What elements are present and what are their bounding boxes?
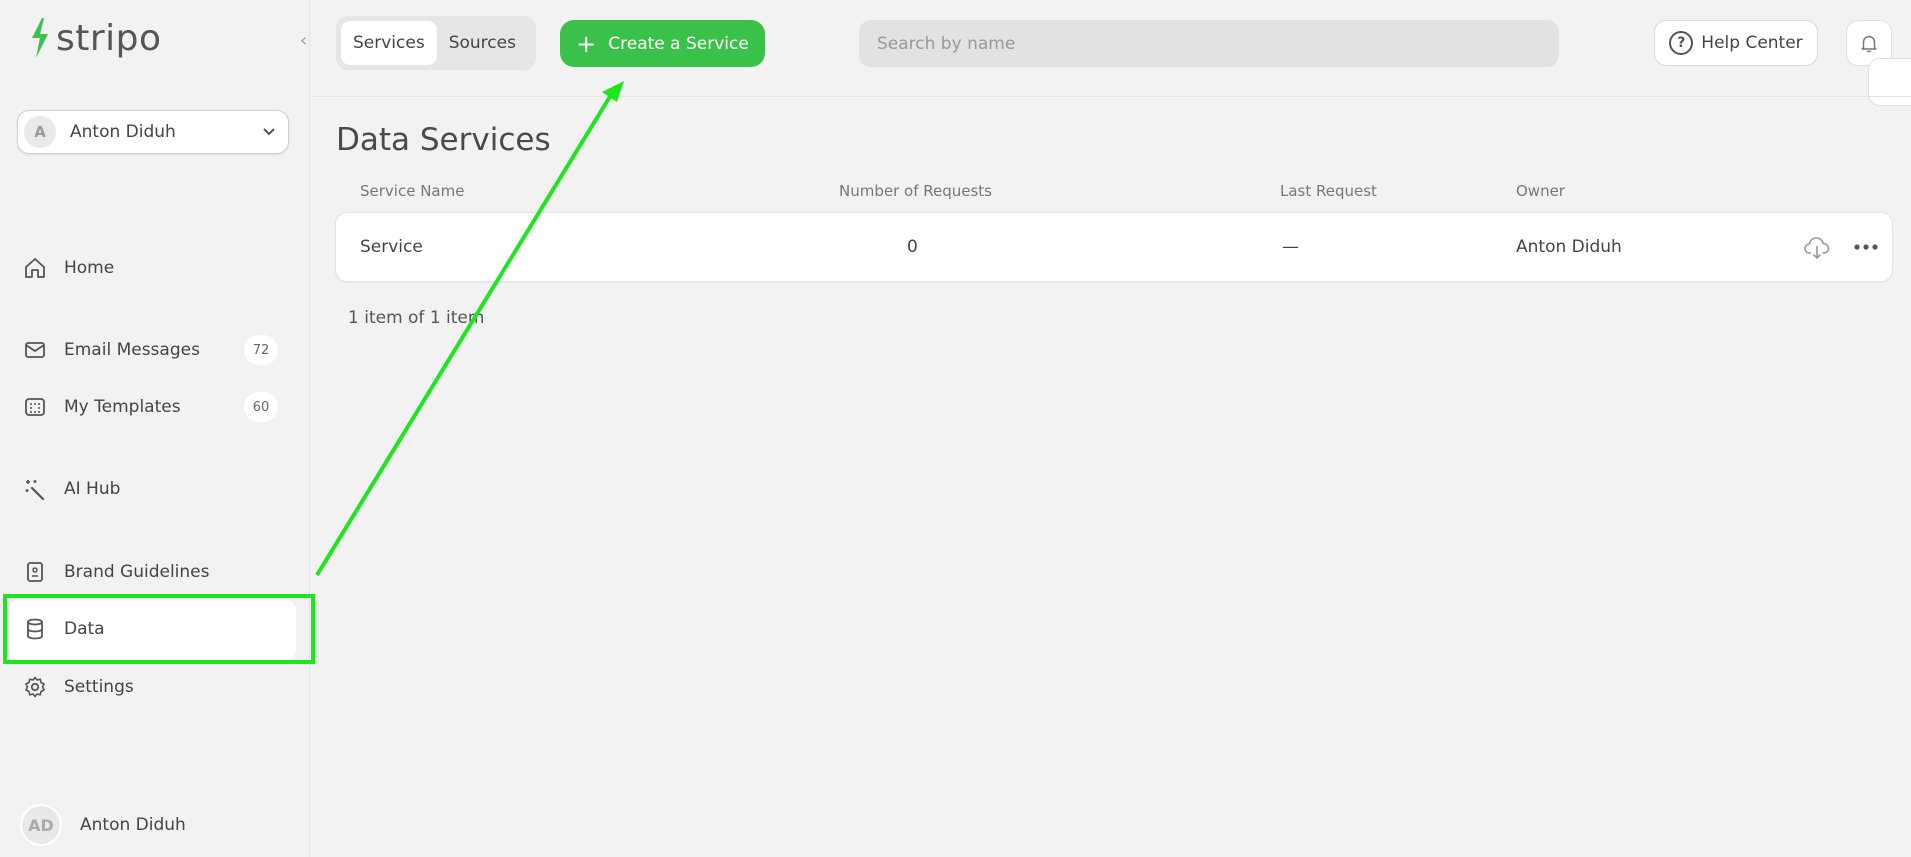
templates-icon	[22, 394, 48, 420]
sidebar-item-home[interactable]: Home	[22, 248, 284, 288]
page-title: Data Services	[336, 122, 551, 158]
requests-cell: 0	[907, 237, 918, 257]
sidebar-item-ai-hub[interactable]: AI Hub	[22, 469, 284, 509]
sidebar: stripo ‹ A Anton Diduh Home Email Messag…	[0, 0, 310, 857]
sidebar-item-brand-guidelines[interactable]: Brand Guidelines	[22, 552, 284, 592]
chevron-down-icon	[263, 128, 275, 136]
user-name: Anton Diduh	[80, 815, 186, 835]
gear-icon	[22, 674, 48, 700]
create-service-label: Create a Service	[608, 33, 749, 54]
tab-sources[interactable]: Sources	[437, 21, 528, 65]
tab-services[interactable]: Services	[341, 21, 437, 65]
brand-name: stripo	[56, 17, 162, 59]
help-center-label: Help Center	[1701, 33, 1803, 53]
count-badge: 72	[244, 335, 278, 365]
sidebar-item-label: My Templates	[64, 397, 181, 417]
sidebar-item-label: Home	[64, 258, 115, 278]
user-profile[interactable]: AD Anton Diduh	[20, 804, 186, 846]
plus-icon: +	[576, 29, 597, 58]
question-icon: ?	[1669, 31, 1694, 55]
mail-icon	[22, 337, 48, 363]
pagination-summary: 1 item of 1 item	[348, 308, 485, 328]
sidebar-item-email-messages[interactable]: Email Messages 72	[22, 330, 284, 370]
header-divider	[311, 96, 1911, 97]
account-name: Anton Diduh	[70, 122, 176, 142]
stripo-logo[interactable]: stripo	[28, 16, 162, 60]
more-options-icon[interactable]	[1853, 239, 1879, 255]
sidebar-item-label: Email Messages	[64, 340, 200, 360]
count-badge: 60	[244, 392, 278, 422]
bell-icon	[1861, 35, 1877, 53]
table-row[interactable]: Service 0 — Anton Diduh	[335, 212, 1893, 282]
collapse-sidebar-icon[interactable]: ‹	[300, 30, 307, 51]
column-header-number-of-requests: Number of Requests	[839, 182, 992, 200]
avatar: AD	[20, 804, 62, 846]
column-header-last-request: Last Request	[1280, 182, 1377, 200]
help-center-button[interactable]: ? Help Center	[1654, 20, 1818, 66]
highlight-box	[3, 594, 315, 664]
side-panel-tab[interactable]	[1868, 58, 1911, 106]
cloud-download-icon[interactable]	[1803, 235, 1831, 261]
sidebar-item-label: AI Hub	[64, 479, 121, 499]
services-sources-tabs: Services Sources	[336, 16, 536, 70]
last-request-cell: —	[1282, 237, 1299, 257]
search-input[interactable]	[859, 20, 1559, 67]
sidebar-item-my-templates[interactable]: My Templates 60	[22, 387, 284, 427]
column-header-owner: Owner	[1516, 182, 1565, 200]
home-icon	[22, 255, 48, 281]
sidebar-item-settings[interactable]: Settings	[22, 667, 284, 707]
column-header-service-name: Service Name	[360, 182, 465, 200]
book-icon	[22, 559, 48, 585]
create-service-button[interactable]: + Create a Service	[560, 20, 765, 67]
magic-wand-icon	[22, 476, 48, 502]
account-avatar: A	[24, 116, 56, 148]
service-name-cell[interactable]: Service	[360, 237, 423, 257]
sidebar-item-label: Settings	[64, 677, 134, 697]
stripo-logo-icon	[32, 18, 48, 58]
account-select[interactable]: A Anton Diduh	[17, 110, 289, 154]
sidebar-item-label: Brand Guidelines	[64, 562, 210, 582]
owner-cell: Anton Diduh	[1516, 237, 1622, 257]
